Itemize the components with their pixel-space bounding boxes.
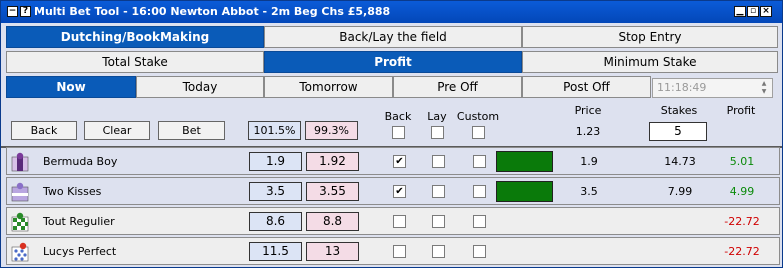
tab-back-lay-field[interactable]: Back/Lay the field [264,26,522,48]
back-checkbox[interactable] [393,245,406,258]
custom-checkbox[interactable] [473,215,486,228]
column-profit: Profit [726,104,756,117]
column-stakes: Stakes [660,104,698,117]
runner-name: Lucys Perfect [43,245,117,258]
multi-bet-tool-window: − ? Multi Bet Tool - 16:00 Newton Abbot … [0,0,783,268]
jockey-silks-icon [11,182,29,202]
time-spinner[interactable]: ▲ ▼ [757,80,771,96]
jockey-silks-icon [11,152,29,172]
back-odds[interactable]: 1.9 [249,152,302,171]
back-odds[interactable]: 8.6 [249,212,302,231]
runner-profit: -22.72 [724,215,760,228]
window-title: Multi Bet Tool - 16:00 Newton Abbot - 2m… [34,5,391,18]
system-menu-icon[interactable]: − [7,6,18,17]
runner-name: Tout Regulier [43,215,115,228]
stake-bar [496,181,553,202]
runner-price: 1.9 [580,155,598,168]
custom-checkbox[interactable] [473,245,486,258]
tab-minimum-stake[interactable]: Minimum Stake [522,51,778,73]
lay-odds[interactable]: 3.55 [306,182,359,201]
runner-profit: -22.72 [724,245,760,258]
tab-post-off[interactable]: Post Off [522,76,651,98]
lay-odds[interactable]: 8.8 [306,212,359,231]
column-back: Back [384,110,412,123]
lay-checkbox[interactable] [432,155,445,168]
custom-checkbox[interactable] [473,185,486,198]
time-value: 11:18:49 [657,81,707,94]
time-picker[interactable]: 11:18:49 ▲ ▼ [652,78,773,98]
back-odds[interactable]: 11.5 [249,242,302,261]
tab-today[interactable]: Today [136,76,264,98]
back-checkbox[interactable]: ✔ [393,155,406,168]
close-icon[interactable]: × [760,6,772,17]
jockey-silks-icon [11,242,29,262]
custom-all-checkbox[interactable] [472,126,485,139]
lay-all-checkbox[interactable] [431,126,444,139]
tab-total-stake[interactable]: Total Stake [6,51,264,73]
title-bar[interactable]: − ? Multi Bet Tool - 16:00 Newton Abbot … [1,1,782,23]
global-stakes-input[interactable]: 5 [649,122,707,141]
lay-odds[interactable]: 13 [306,242,359,261]
back-checkbox[interactable]: ✔ [393,185,406,198]
lay-checkbox[interactable] [432,215,445,228]
tab-now[interactable]: Now [6,76,136,98]
jockey-silks-icon [11,212,29,232]
tab-profit[interactable]: Profit [264,51,522,73]
column-lay: Lay [427,110,447,123]
column-price: Price [574,104,602,117]
stake-bar [496,151,553,172]
clear-button[interactable]: Clear [84,121,150,140]
tab-pre-off[interactable]: Pre Off [393,76,522,98]
help-icon[interactable]: ? [20,6,31,17]
runner-row-tout-regulier[interactable]: Tout Regulier 8.6 8.8 -22.72 [6,207,780,235]
custom-checkbox[interactable] [473,155,486,168]
lay-checkbox[interactable] [432,185,445,198]
minimize-icon[interactable]: ▁ [734,6,746,17]
lay-odds[interactable]: 1.92 [306,152,359,171]
runner-name: Two Kisses [43,185,102,198]
tab-stop-entry[interactable]: Stop Entry [522,26,778,48]
column-custom: Custom [456,110,500,123]
runner-stake: 14.73 [664,155,696,168]
runner-profit: 4.99 [729,185,755,198]
back-odds[interactable]: 3.5 [249,182,302,201]
back-all-checkbox[interactable] [392,126,405,139]
runner-stake: 7.99 [667,185,693,198]
runner-name: Bermuda Boy [43,155,118,168]
restore-icon[interactable]: ▫ [747,6,759,17]
runner-price: 3.5 [580,185,598,198]
book-percent-lay: 99.3% [305,121,358,140]
bet-button[interactable]: Bet [158,121,225,140]
runner-row-lucys-perfect[interactable]: Lucys Perfect 11.5 13 -22.72 [6,237,780,265]
back-button[interactable]: Back [11,121,77,140]
tab-tomorrow[interactable]: Tomorrow [264,76,393,98]
book-percent-back: 101.5% [248,121,301,140]
runner-row-bermuda-boy[interactable]: Bermuda Boy 1.9 1.92 ✔ 1.9 14.73 5.01 [6,147,780,175]
spin-down-icon[interactable]: ▼ [757,88,771,96]
runner-profit: 5.01 [729,155,755,168]
tab-dutching-bookmaking[interactable]: Dutching/BookMaking [6,26,264,48]
lay-checkbox[interactable] [432,245,445,258]
back-checkbox[interactable] [393,215,406,228]
global-price: 1.23 [575,125,601,138]
spin-up-icon[interactable]: ▲ [757,80,771,88]
runner-row-two-kisses[interactable]: Two Kisses 3.5 3.55 ✔ 3.5 7.99 4.99 [6,177,780,205]
